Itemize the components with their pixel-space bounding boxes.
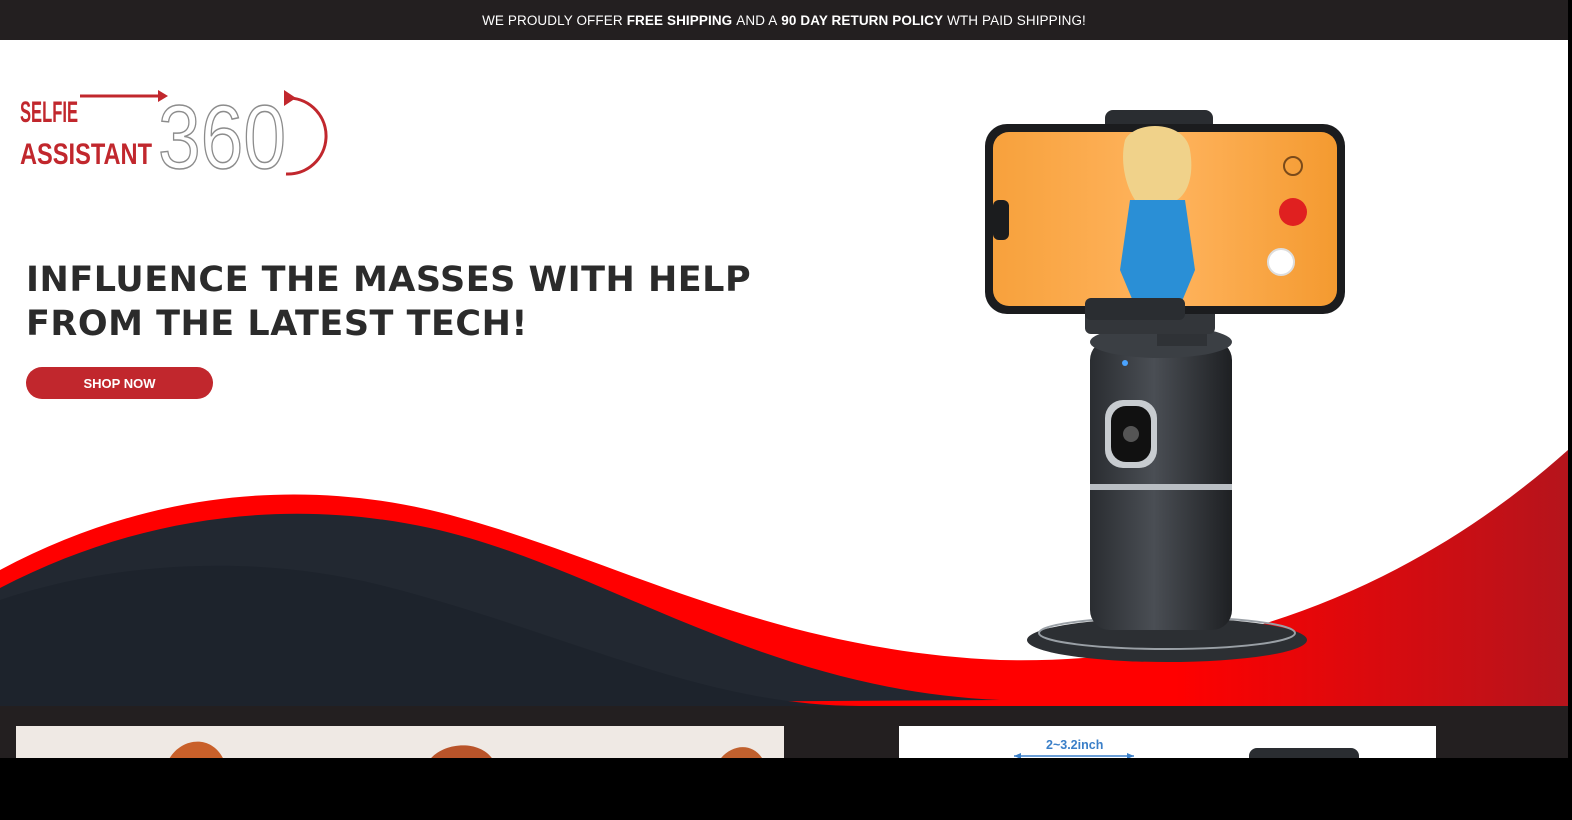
hero-headline-line-2: FROM THE LATEST TECH!: [26, 304, 528, 344]
lifestyle-hair-graphic: [169, 741, 762, 758]
hero-headline-line-1: INFLUENCE THE MASSES WITH HELP: [26, 260, 752, 300]
announcement-free-shipping: FREE SHIPPING: [626, 12, 733, 28]
selfie-tracker-product-image: [985, 110, 1345, 662]
below-fold-area: [0, 758, 1572, 820]
logo-rotate-arrow: [284, 90, 296, 106]
feature-strip: 2~3.2inch: [0, 706, 1568, 758]
feature-image-lifestyle: [16, 726, 784, 758]
announcement-return-policy: 90 DAY RETURN POLICY: [781, 12, 944, 28]
dimension-label: 2~3.2inch: [1046, 738, 1104, 752]
logo-text-selfie: SELFIE: [20, 96, 78, 129]
logo-rotate-arc: [285, 96, 328, 176]
announcement-bar: WE PROUDLY OFFER FREE SHIPPING AND A 90 …: [0, 0, 1568, 40]
dimension-graphic: [1014, 748, 1359, 758]
announcement-text-1: WE PROUDLY OFFER: [482, 12, 623, 28]
feature-image-dimensions: 2~3.2inch: [899, 726, 1436, 758]
hero-section: SELFIE ASSISTANT 360 INFLUENCE THE MASSE…: [0, 40, 1568, 706]
page-edge: [1568, 0, 1572, 758]
site-logo[interactable]: SELFIE ASSISTANT 360: [18, 84, 338, 179]
announcement-text-3: WTH PAID SHIPPING!: [947, 12, 1086, 28]
logo-text-360: 360: [158, 88, 286, 179]
shop-now-button[interactable]: SHOP NOW: [26, 367, 213, 399]
hero-headline: INFLUENCE THE MASSES WITH HELP FROM THE …: [26, 258, 786, 346]
announcement-text-2: AND A: [736, 12, 778, 28]
logo-text-assistant: ASSISTANT: [20, 138, 152, 171]
